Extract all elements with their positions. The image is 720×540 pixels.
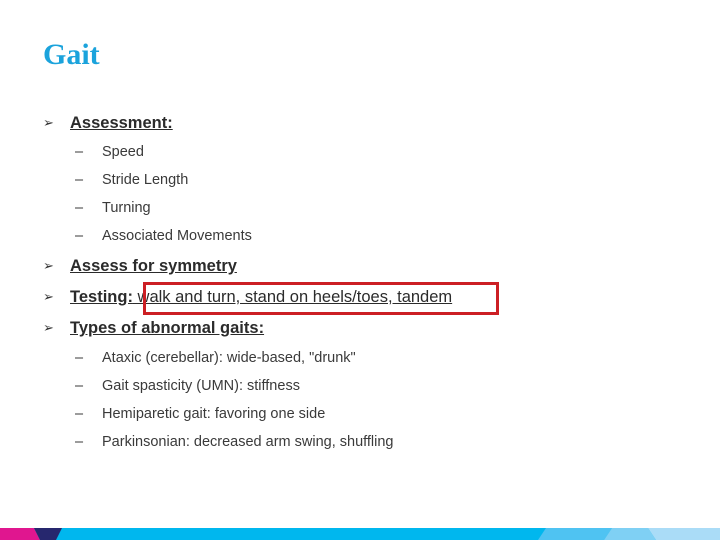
subitem-text: Gait spasticity (UMN): stiffness <box>102 378 300 394</box>
subitem-text: Parkinsonian: decreased arm swing, shuff… <box>102 434 394 450</box>
dash-bullet-icon: – <box>75 200 84 216</box>
arrow-bullet-icon: ➢ <box>43 289 54 304</box>
dash-bullet-icon: – <box>75 144 84 160</box>
footer-segment-pink <box>0 528 40 540</box>
footer-segment-blue-3 <box>648 528 720 540</box>
arrow-bullet-icon: ➢ <box>43 258 54 273</box>
footer-color-bar <box>0 528 720 540</box>
dash-bullet-icon: – <box>75 434 84 450</box>
bullet-label: Assess for symmetry <box>70 257 237 275</box>
subitem-text: Speed <box>102 144 144 160</box>
subitem-text: Turning <box>102 200 151 216</box>
footer-segment-blue-1 <box>538 528 612 540</box>
dash-bullet-icon: – <box>75 378 84 394</box>
bullet-label: Types of abnormal gaits: <box>70 319 265 337</box>
bullet-label: Assessment: <box>70 114 173 132</box>
dash-bullet-icon: – <box>75 172 84 188</box>
testing-label: Testing: <box>70 288 133 306</box>
dash-bullet-icon: – <box>75 406 84 422</box>
subitem-text: Stride Length <box>102 172 189 188</box>
arrow-bullet-icon: ➢ <box>43 115 54 130</box>
arrow-bullet-icon: ➢ <box>43 320 54 335</box>
highlight-box <box>143 282 499 315</box>
footer-segment-blue-2 <box>604 528 656 540</box>
dash-bullet-icon: – <box>75 228 84 244</box>
dash-bullet-icon: – <box>75 350 84 366</box>
subitem-text: Ataxic (cerebellar): wide-based, "drunk" <box>102 350 356 366</box>
subitem-text: Associated Movements <box>102 228 252 244</box>
subitem-text: Hemiparetic gait: favoring one side <box>102 406 326 422</box>
slide-title: Gait <box>43 38 100 71</box>
